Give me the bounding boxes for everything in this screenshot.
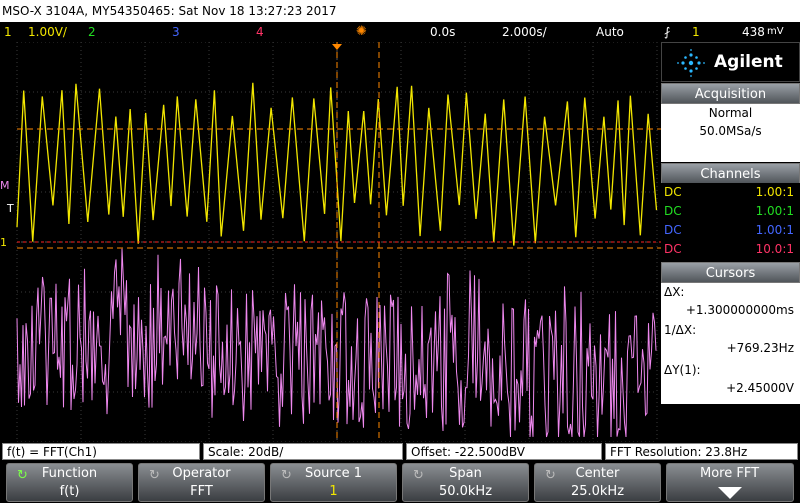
math-info-bar: f(t) = FFT(Ch1) Scale: 20dB/ Offset: -22… (0, 442, 800, 461)
ch1-coupling: DC (664, 185, 682, 199)
ch3-probe: 1.00:1 (755, 223, 794, 237)
function-softkey-value: f(t) (59, 484, 80, 499)
channel-row-2: DC 1.00:1 (661, 202, 800, 221)
ch1-probe: 1.00:1 (755, 185, 794, 199)
span-softkey-label: Span (449, 466, 482, 481)
ch3-coupling: DC (664, 223, 682, 237)
trigger-level-marker[interactable]: T (7, 202, 14, 215)
source1-softkey-value: 1 (329, 484, 338, 499)
arrow-down-icon (718, 487, 742, 499)
delta-y-value: +2.45000V (726, 381, 794, 395)
trigger-level-unit-icon: mV (767, 26, 784, 37)
delay-value[interactable]: 0.0s (430, 22, 455, 42)
window-title: MSO-X 3104A, MY54350465: Sat Nov 18 13:2… (0, 0, 800, 22)
function-softkey[interactable]: ↻ Function f(t) (6, 463, 133, 502)
center-softkey-value: 25.0kHz (570, 484, 625, 499)
more-fft-softkey-label: More FFT (699, 466, 760, 481)
center-softkey-label: Center (575, 466, 620, 481)
delta-x-value: +1.300000000ms (685, 303, 794, 317)
softkey-bar: ↻ Function f(t) ↻ Operator FFT ↻ Source … (0, 461, 800, 503)
source1-softkey[interactable]: ↻ Source 1 1 (270, 463, 397, 502)
ch1-scale[interactable]: 1.00V/ (28, 22, 67, 42)
trigger-channel[interactable]: 1 (692, 22, 700, 42)
ch1-ground-marker[interactable]: 1 (0, 236, 7, 249)
fft-resolution-readout: FFT Resolution: 23.8Hz (605, 443, 798, 460)
center-softkey[interactable]: ↻ Center 25.0kHz (534, 463, 661, 502)
inverse-delta-x-value: +769.23Hz (726, 341, 794, 355)
ch2-number[interactable]: 2 (88, 22, 96, 42)
trigger-level[interactable]: 438 (742, 22, 765, 42)
delta-y-label: ΔY(1): (664, 363, 701, 377)
channel-row-3: DC 1.00:1 (661, 221, 800, 240)
ch2-probe: 1.00:1 (755, 204, 794, 218)
trigger-mode[interactable]: Auto (596, 22, 624, 42)
trigger-position-marker[interactable] (332, 44, 342, 50)
operator-softkey-label: Operator (172, 466, 231, 481)
math-scale-readout: Scale: 20dB/ (203, 443, 403, 460)
agilent-spark-icon (677, 49, 705, 77)
trigger-position-icon: ✺ (356, 24, 367, 39)
ch2-coupling: DC (664, 204, 682, 218)
trigger-edge-icon: ⨏ (664, 25, 671, 39)
ch4-number[interactable]: 4 (256, 22, 264, 42)
waveform-graticule (16, 41, 661, 443)
inverse-delta-x-label: 1/ΔX: (664, 323, 697, 337)
operator-softkey[interactable]: ↻ Operator FFT (138, 463, 265, 502)
cursors-header: Cursors (661, 262, 800, 283)
ch3-number[interactable]: 3 (172, 22, 180, 42)
brand-name: Agilent (714, 52, 783, 72)
acquisition-panel: Normal 50.0MSa/s (661, 104, 800, 162)
operator-softkey-value: FFT (190, 484, 213, 499)
acquisition-header: Acquisition (661, 83, 800, 104)
agilent-logo: Agilent (661, 42, 800, 82)
channel-row-1: DC 1.00:1 (661, 183, 800, 202)
math-function-readout: f(t) = FFT(Ch1) (2, 443, 200, 460)
ch1-number[interactable]: 1 (4, 22, 12, 42)
acquisition-mode: Normal (708, 106, 753, 120)
sample-rate: 50.0MSa/s (699, 124, 762, 138)
math-ground-marker[interactable]: M (0, 179, 10, 192)
waveform-display[interactable]: M T 1 (0, 41, 661, 443)
ch4-coupling: DC (664, 242, 682, 256)
span-softkey[interactable]: ↻ Span 50.0kHz (402, 463, 529, 502)
info-sidebar: Agilent Acquisition Normal 50.0MSa/s Cha… (661, 42, 800, 442)
delta-x-label: ΔX: (664, 285, 685, 299)
source1-softkey-label: Source 1 (304, 466, 363, 481)
timebase-value[interactable]: 2.000s/ (502, 22, 547, 42)
channels-header: Channels (661, 163, 800, 184)
ch4-probe: 10.0:1 (755, 242, 794, 256)
channel-row-4: DC 10.0:1 (661, 240, 800, 259)
function-softkey-label: Function (41, 466, 98, 481)
span-softkey-value: 50.0kHz (438, 484, 493, 499)
status-bar: 1 1.00V/ 2 3 4 ✺ 0.0s 2.000s/ Auto ⨏ 1 4… (0, 22, 800, 42)
more-fft-softkey[interactable]: More FFT (666, 463, 794, 502)
math-offset-readout: Offset: -22.500dBV (406, 443, 602, 460)
cursors-panel: ΔX: +1.300000000ms 1/ΔX: +769.23Hz ΔY(1)… (661, 283, 800, 404)
